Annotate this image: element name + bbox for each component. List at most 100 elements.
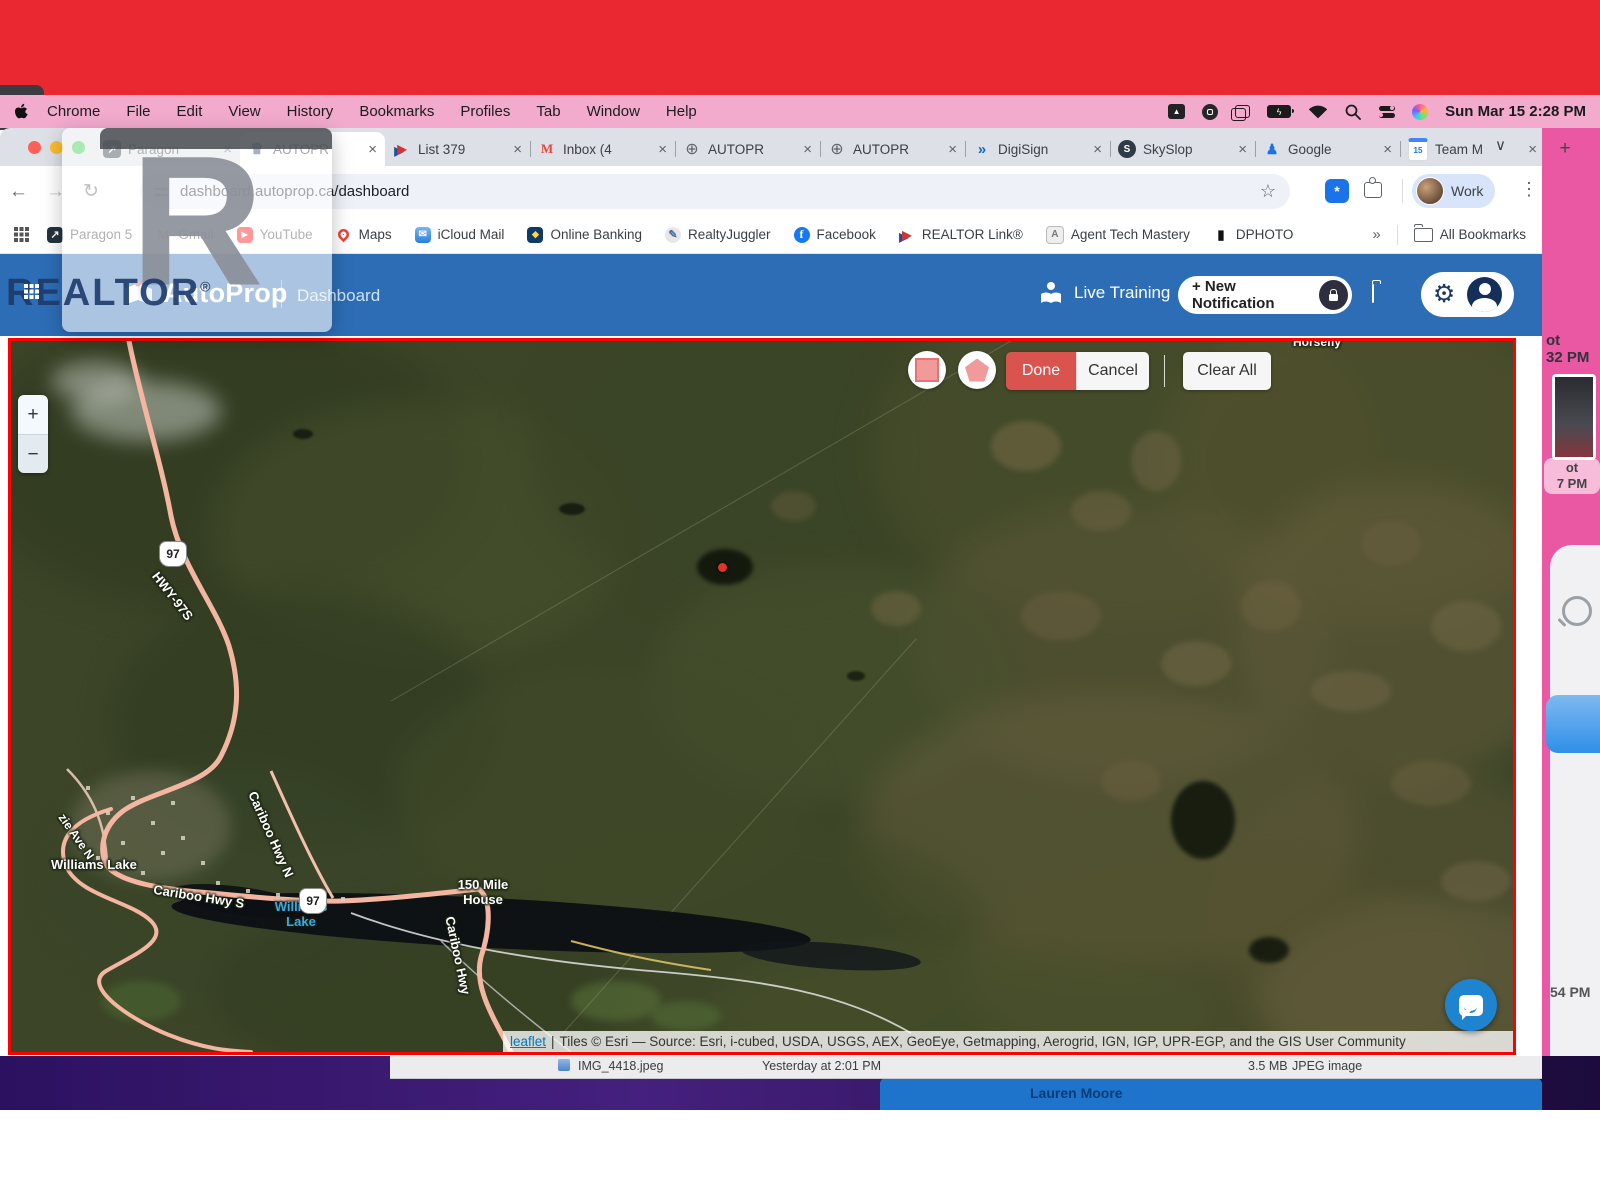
done-button[interactable]: Done: [1006, 352, 1076, 390]
control-center-icon[interactable]: [1378, 105, 1395, 119]
tab-favicon: [828, 140, 846, 158]
tab-close-icon[interactable]: ×: [1238, 142, 1247, 157]
file-modified: Yesterday at 2:01 PM: [762, 1059, 881, 1073]
profile-chip[interactable]: Work: [1412, 174, 1495, 208]
bookmark-label: Facebook: [817, 227, 876, 242]
menu-item[interactable]: History: [287, 103, 334, 120]
all-bookmarks-button[interactable]: All Bookmarks: [1414, 227, 1526, 242]
draw-rectangle-button[interactable]: [908, 351, 946, 389]
spotlight-search-icon[interactable]: [1345, 104, 1361, 120]
leaflet-link[interactable]: leaflet: [510, 1034, 546, 1049]
bookmark-item[interactable]: Facebook: [794, 227, 876, 243]
profile-avatar: [1416, 177, 1444, 205]
menu-bar-clock[interactable]: Sun Mar 15 2:28 PM: [1445, 103, 1586, 120]
bookmark-item[interactable]: Agent Tech Mastery: [1046, 226, 1190, 244]
clear-all-button[interactable]: Clear All: [1183, 352, 1271, 390]
tab-search-chevron-icon[interactable]: ∨: [1495, 136, 1506, 154]
browser-tab[interactable]: Google ×: [1255, 132, 1400, 166]
label-150-mile-house: 150 MileHouse: [448, 877, 518, 907]
displays-icon[interactable]: [1235, 105, 1250, 118]
extension-pinned-icon[interactable]: *: [1325, 179, 1349, 203]
bookmark-item[interactable]: Online Banking: [527, 227, 642, 243]
menu-item[interactable]: Chrome: [47, 103, 100, 120]
bookmark-star-icon[interactable]: ☆: [1260, 181, 1276, 202]
tab-close-icon[interactable]: ×: [513, 142, 522, 157]
screen-mirroring-icon[interactable]: ▲: [1168, 104, 1185, 119]
bookmark-item[interactable]: DPHOTO: [1213, 227, 1294, 243]
bookmark-item[interactable]: RealtyJuggler: [665, 227, 771, 243]
tab-title: SkySlop: [1143, 142, 1231, 157]
browser-tab[interactable]: DigiSign ×: [965, 132, 1110, 166]
desktop-search-icon[interactable]: [1562, 596, 1592, 626]
extensions-puzzle-icon[interactable]: [1364, 182, 1382, 198]
settings-gear-icon[interactable]: ⚙: [1433, 282, 1455, 307]
bookmark-label: Agent Tech Mastery: [1071, 227, 1190, 242]
chat-widget-button[interactable]: [1445, 979, 1497, 1031]
window-close-button[interactable]: [28, 141, 41, 154]
bookmark-favicon: [899, 227, 915, 243]
tab-close-icon[interactable]: ×: [803, 142, 812, 157]
back-button[interactable]: ←: [9, 182, 28, 201]
header-folder-icon[interactable]: [1372, 285, 1374, 303]
new-notification-button[interactable]: + New Notification: [1178, 276, 1352, 314]
user-avatar-icon[interactable]: [1467, 277, 1502, 312]
menu-item[interactable]: Help: [666, 103, 697, 120]
town-pixels: [11, 341, 1513, 1052]
browser-tab[interactable]: List 379 ×: [385, 132, 530, 166]
tab-favicon: [683, 140, 701, 158]
menu-item[interactable]: Tab: [536, 103, 560, 120]
browser-tab[interactable]: AUTOPR ×: [675, 132, 820, 166]
tab-favicon: [1118, 140, 1136, 158]
apps-grid-icon[interactable]: [14, 227, 29, 242]
desktop-bottom-blank: [0, 1110, 1600, 1200]
browser-tab[interactable]: AUTOPR ×: [820, 132, 965, 166]
tab-close-icon[interactable]: ×: [1383, 142, 1392, 157]
bookmark-favicon: [794, 227, 810, 243]
desktop-wallpaper-red: [0, 0, 1600, 95]
bookmarks-overflow-icon[interactable]: »: [1372, 226, 1380, 243]
tab-close-icon[interactable]: ×: [948, 142, 957, 157]
menu-item[interactable]: Bookmarks: [359, 103, 434, 120]
tab-close-icon[interactable]: ×: [368, 142, 377, 157]
tab-close-icon[interactable]: ×: [1093, 142, 1102, 157]
new-tab-button[interactable]: +: [1551, 135, 1579, 163]
file-kind: JPEG image: [1292, 1059, 1362, 1073]
background-window-bar[interactable]: Lauren Moore: [880, 1078, 1542, 1110]
tab-title: Google: [1288, 142, 1376, 157]
bookmark-favicon: [47, 227, 63, 243]
screen: ChromeFileEditViewHistoryBookmarksProfil…: [0, 0, 1600, 1200]
tab-title: AUTOPR: [853, 142, 941, 157]
browser-menu-icon[interactable]: ⋮: [1520, 179, 1538, 200]
menu-item[interactable]: Window: [587, 103, 640, 120]
draw-polygon-button[interactable]: [958, 351, 996, 389]
bookmark-item[interactable]: iCloud Mail: [415, 227, 505, 243]
bookmark-item[interactable]: Maps: [336, 227, 392, 243]
bookmark-item[interactable]: REALTOR Link®: [899, 227, 1023, 243]
tab-close-icon[interactable]: ×: [1528, 142, 1537, 157]
apple-menu-icon[interactable]: [14, 103, 28, 120]
menubar-app-icon[interactable]: [1202, 104, 1218, 120]
leaflet-map[interactable]: Williams Lake WilliamsLake 97 HWY-97S Ca…: [8, 338, 1516, 1055]
notification-fragment-3: 54 PM: [1550, 984, 1590, 1000]
zoom-out-button[interactable]: −: [18, 435, 48, 473]
attribution-text: Tiles © Esri — Source: Esri, i-cubed, US…: [560, 1034, 1406, 1049]
highway-97-shield: 97: [160, 542, 186, 566]
bookmark-label: iCloud Mail: [438, 227, 505, 242]
browser-tab[interactable]: Team M ×: [1400, 132, 1545, 166]
wifi-icon[interactable]: [1308, 104, 1328, 119]
menu-item[interactable]: Profiles: [460, 103, 510, 120]
browser-tab[interactable]: Inbox (4 ×: [530, 132, 675, 166]
tab-close-icon[interactable]: ×: [658, 142, 667, 157]
file-name[interactable]: IMG_4418.jpeg: [578, 1059, 663, 1073]
zoom-in-button[interactable]: +: [18, 395, 48, 435]
siri-icon[interactable]: [1412, 104, 1428, 120]
browser-tab[interactable]: SkySlop ×: [1110, 132, 1255, 166]
rectangle-icon: [915, 358, 939, 382]
battery-icon[interactable]: ϟ: [1267, 105, 1291, 118]
url-text[interactable]: dashboard.autoprop.ca/dashboard: [180, 183, 1260, 200]
bookmark-favicon: [1213, 227, 1229, 243]
notification-fragment-1: ot32 PM: [1546, 332, 1589, 366]
screenshot-thumbnail[interactable]: [1552, 374, 1596, 460]
live-training-link[interactable]: Live Training: [1038, 280, 1170, 306]
cancel-button[interactable]: Cancel: [1076, 352, 1149, 390]
